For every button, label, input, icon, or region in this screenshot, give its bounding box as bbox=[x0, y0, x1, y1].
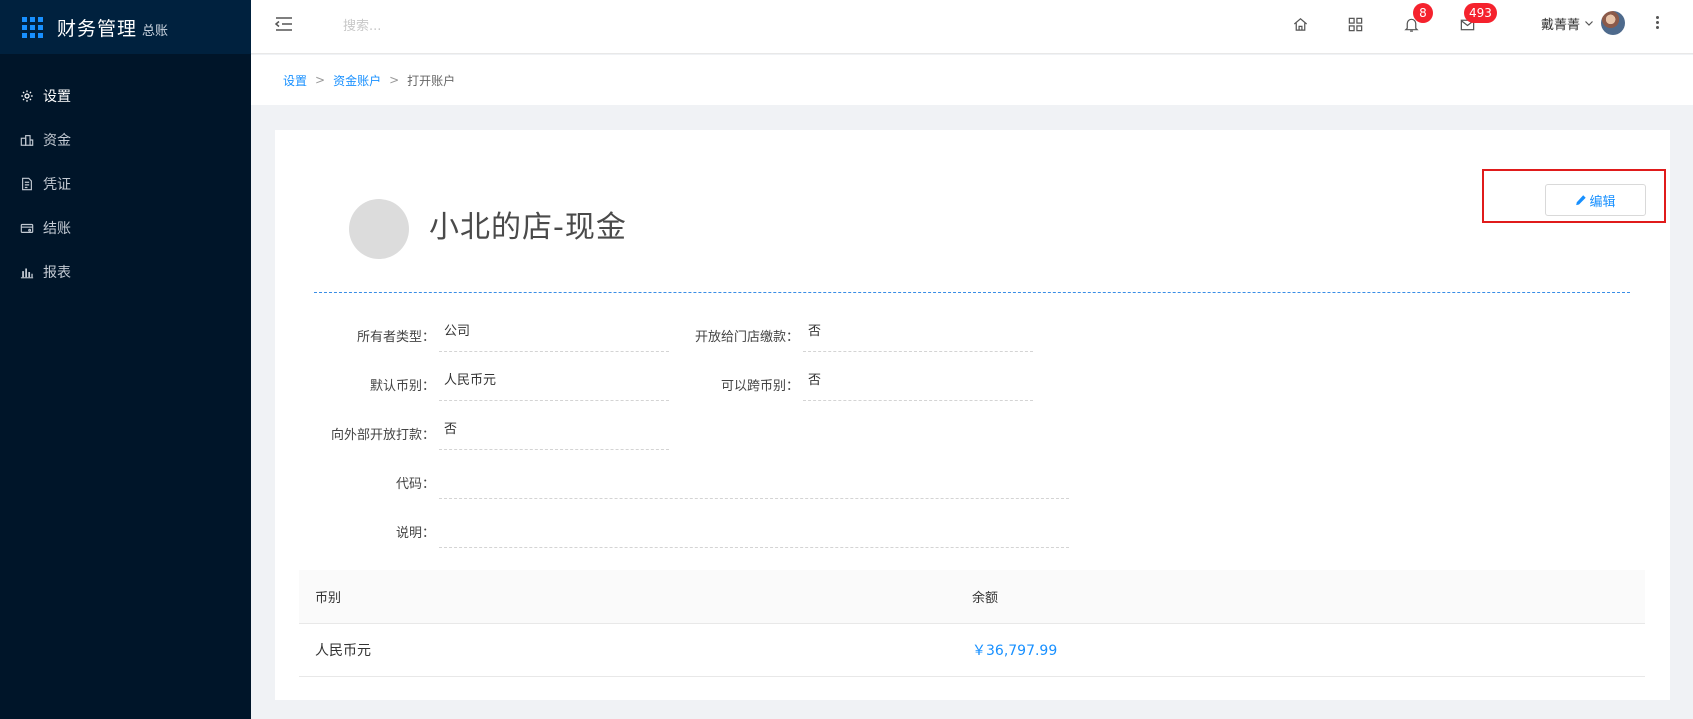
brand-title: 财务管理 bbox=[57, 17, 138, 40]
field-value bbox=[439, 462, 1069, 499]
user-menu[interactable]: 戴菁菁 bbox=[1541, 11, 1626, 35]
more-vertical-icon[interactable] bbox=[1651, 14, 1663, 34]
sidebar-item-label: 资金 bbox=[43, 133, 71, 149]
account-avatar bbox=[349, 199, 409, 259]
sidebar-item-label: 结账 bbox=[43, 221, 71, 237]
menu-fold-icon[interactable] bbox=[273, 13, 295, 35]
field-owner-type: 所有者类型： 公司 bbox=[275, 315, 669, 352]
field-cross-currency: 可以跨币别： 否 bbox=[669, 364, 1033, 401]
column-header-currency: 币别 bbox=[315, 591, 342, 606]
checkout-icon bbox=[20, 221, 34, 235]
sidebar: 财务管理 总账 设置 资金 凭证 结账 报表 bbox=[0, 0, 251, 719]
message-badge: 493 bbox=[1464, 3, 1497, 23]
app-grid-icon bbox=[22, 16, 43, 38]
field-value bbox=[439, 511, 1069, 548]
breadcrumb: 设置 > 资金账户 > 打开账户 bbox=[251, 55, 1693, 105]
notification-badge: 8 bbox=[1413, 3, 1433, 23]
sidebar-menu: 设置 资金 凭证 结账 报表 bbox=[0, 74, 251, 294]
field-value: 否 bbox=[439, 413, 669, 450]
user-name: 戴菁菁 bbox=[1541, 17, 1581, 33]
field-code: 代码： bbox=[275, 462, 1069, 499]
edit-button-label: 编辑 bbox=[1589, 194, 1616, 210]
sidebar-item-checkout[interactable]: 结账 bbox=[0, 206, 251, 250]
field-value: 公司 bbox=[439, 315, 669, 352]
sidebar-item-label: 设置 bbox=[43, 89, 71, 105]
brand-subtitle: 总账 bbox=[142, 23, 169, 39]
apps-grid-icon[interactable] bbox=[1344, 13, 1366, 35]
top-header: 8 493 戴菁菁 bbox=[251, 0, 1693, 54]
field-description: 说明： bbox=[275, 511, 1069, 548]
sidebar-item-report[interactable]: 报表 bbox=[0, 250, 251, 294]
balance-table: 币别 余额 人民币元 ￥36,797.99 bbox=[299, 570, 1645, 677]
table-header: 币别 余额 bbox=[299, 570, 1645, 624]
column-header-balance: 余额 bbox=[972, 591, 999, 606]
avatar bbox=[1601, 11, 1626, 35]
field-open-to-store: 开放给门店缴款： 否 bbox=[669, 315, 1033, 352]
field-label: 开放给门店缴款： bbox=[694, 330, 799, 345]
pencil-icon bbox=[1576, 195, 1587, 206]
edit-button[interactable]: 编辑 bbox=[1545, 184, 1646, 216]
field-label: 代码： bbox=[395, 477, 435, 492]
field-value: 人民币元 bbox=[439, 364, 669, 401]
gear-icon bbox=[20, 89, 34, 103]
bell-icon[interactable]: 8 bbox=[1400, 3, 1433, 35]
account-title: 小北的店-现金 bbox=[429, 210, 627, 245]
field-label: 可以跨币别： bbox=[720, 379, 799, 394]
chevron-down-icon bbox=[1585, 21, 1593, 26]
search-input[interactable] bbox=[343, 14, 603, 38]
cell-balance[interactable]: ￥36,797.99 bbox=[972, 640, 1057, 660]
home-icon[interactable] bbox=[1289, 13, 1311, 35]
breadcrumb-separator: > bbox=[315, 73, 326, 87]
field-label: 默认币别： bbox=[369, 379, 435, 394]
section-divider bbox=[314, 292, 1630, 293]
bar-chart-icon bbox=[20, 265, 34, 279]
account-detail-card: 小北的店-现金 编辑 所有者类型： 公司 开放给门店缴款： 否 默认币别： 人民… bbox=[275, 130, 1670, 700]
sidebar-item-label: 凭证 bbox=[43, 177, 71, 193]
field-label: 说明： bbox=[395, 526, 435, 541]
sidebar-item-settings[interactable]: 设置 bbox=[0, 74, 251, 118]
fund-icon bbox=[20, 133, 34, 147]
sidebar-item-fund[interactable]: 资金 bbox=[0, 118, 251, 162]
voucher-icon bbox=[20, 177, 34, 191]
breadcrumb-fund-accounts[interactable]: 资金账户 bbox=[333, 72, 381, 89]
field-label: 向外部开放打款： bbox=[330, 428, 435, 443]
field-open-external: 向外部开放打款： 否 bbox=[275, 413, 669, 450]
mail-icon[interactable]: 493 bbox=[1456, 3, 1497, 35]
sidebar-item-voucher[interactable]: 凭证 bbox=[0, 162, 251, 206]
brand: 财务管理 总账 bbox=[0, 0, 251, 54]
breadcrumb-current: 打开账户 bbox=[407, 73, 456, 88]
field-value: 否 bbox=[803, 364, 1033, 401]
field-value: 否 bbox=[803, 315, 1033, 352]
cell-currency: 人民币元 bbox=[315, 643, 371, 659]
field-label: 所有者类型： bbox=[356, 330, 435, 345]
breadcrumb-settings[interactable]: 设置 bbox=[283, 72, 307, 89]
breadcrumb-separator: > bbox=[389, 73, 400, 87]
table-row: 人民币元 ￥36,797.99 bbox=[299, 624, 1645, 677]
field-default-currency: 默认币别： 人民币元 bbox=[275, 364, 669, 401]
sidebar-item-label: 报表 bbox=[43, 265, 71, 281]
